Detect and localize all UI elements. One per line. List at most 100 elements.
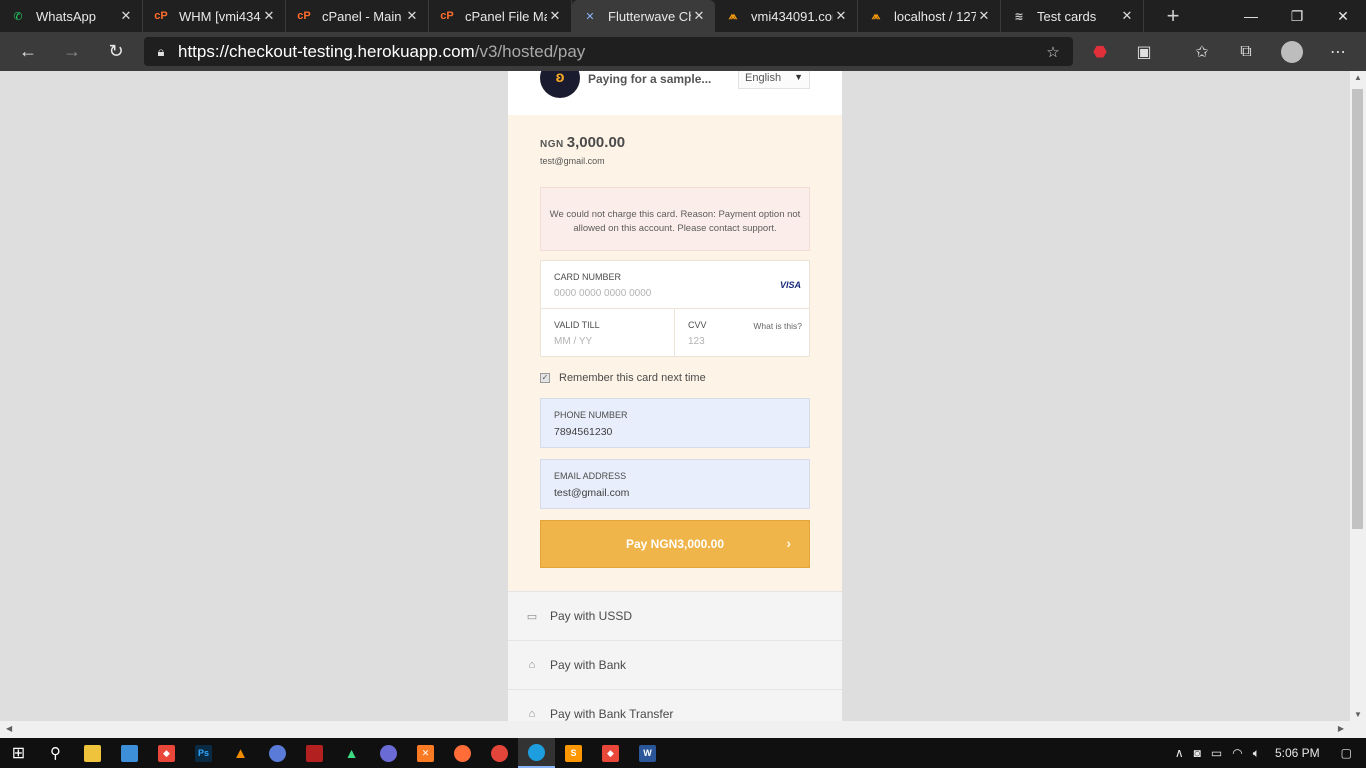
phpmyadmin-icon: ⩕ [871,9,881,22]
valid-till-field[interactable]: VALID TILL MM / YY [541,309,675,357]
photoshop-icon[interactable]: Ps [185,738,222,768]
close-tab-icon[interactable]: ✕ [261,8,277,24]
valid-till-label: VALID TILL [554,320,600,330]
more-menu-icon[interactable]: ⋯ [1316,32,1360,71]
browser-tab[interactable]: ≋ Test cards ✕ [1001,0,1144,32]
cpanel-icon: cP [297,10,311,22]
chevron-up-icon[interactable]: ∧ [1175,746,1184,760]
cvv-field[interactable]: CVV What is this? 123 [675,309,809,357]
browser-tab[interactable]: ✕ Flutterwave Ch ✕ [572,0,715,32]
phone-number-input[interactable]: 7894561230 [554,426,612,438]
pay-with-ussd-option[interactable]: ▭ Pay with USSD [508,591,842,640]
close-tab-icon[interactable]: ✕ [976,8,992,24]
pay-with-ussd-label: Pay with USSD [550,609,633,623]
forward-icon[interactable]: → [50,32,94,71]
new-tab-button[interactable]: + [1156,0,1190,32]
ussd-icon: ▭ [526,610,538,623]
word-icon[interactable]: W [629,738,666,768]
scroll-down-icon[interactable]: ▼ [1354,710,1362,719]
extension-shield-icon[interactable]: ⬣ [1078,32,1122,71]
meet-now-icon[interactable]: ◙ [1194,746,1201,760]
close-tab-icon[interactable]: ✕ [833,8,849,24]
scroll-left-icon[interactable]: ◀ [6,724,12,733]
email-address-input[interactable]: test@gmail.com [554,487,629,499]
profile-avatar-icon[interactable] [1270,32,1314,71]
chevron-down-icon: ▼ [794,72,803,82]
close-tab-icon[interactable]: ✕ [118,8,134,24]
close-tab-icon[interactable]: ✕ [691,8,707,24]
valid-till-input[interactable]: MM / YY [554,336,592,347]
tab-label: localhost / 127 [894,8,976,24]
language-select[interactable]: English ▼ [738,71,810,89]
sublime-icon[interactable]: S [555,738,592,768]
close-tab-icon[interactable]: ✕ [547,8,563,24]
file-explorer-icon[interactable] [74,738,111,768]
cvv-input[interactable]: 123 [688,336,705,347]
system-tray: ∧ ◙ ▭ ◠ 🔈︎ 5:06 PM ▢ [1170,738,1366,768]
horizontal-scrollbar[interactable]: ◀ ▶ [0,721,1366,738]
card-number-field[interactable]: CARD NUMBER 0000 0000 0000 0000 VISA [541,261,809,309]
close-window-icon[interactable]: ✕ [1320,0,1366,32]
wifi-icon[interactable]: ◠ [1232,746,1242,760]
email-address-field[interactable]: EMAIL ADDRESS test@gmail.com [540,459,810,509]
search-icon[interactable]: ⚲ [37,738,74,768]
anydesk-icon[interactable]: ◆ [148,738,185,768]
postman-icon[interactable] [444,738,481,768]
phone-number-field[interactable]: PHONE NUMBER 7894561230 [540,398,810,448]
tab-label: vmi434091.com [751,8,833,24]
start-windows-icon[interactable]: ⊞ [0,738,37,768]
xampp-icon[interactable]: ✕ [407,738,444,768]
notifications-icon[interactable]: ▢ [1341,746,1352,760]
anydesk-second-icon[interactable]: ◆ [592,738,629,768]
reload-icon[interactable]: ↻ [94,32,138,71]
pay-button-label: Pay NGN3,000.00 [625,537,725,551]
monitor-app-icon[interactable] [296,738,333,768]
volume-icon[interactable]: 🔈︎ [1253,746,1260,761]
url-text[interactable]: https://checkout-testing.herokuapp.com/v… [178,42,1033,62]
battery-icon[interactable]: ▭ [1211,746,1222,760]
add-favorite-icon[interactable]: ☆ [1033,43,1073,61]
lock-icon[interactable]: 🔒︎ [144,44,178,60]
remember-card-checkbox[interactable]: ✓ [540,373,550,383]
vertical-scrollbar[interactable]: ▲ ▼ [1350,71,1366,721]
android-studio-icon[interactable]: ▲ [333,738,370,768]
address-bar[interactable]: 🔒︎ https://checkout-testing.herokuapp.co… [144,37,1073,66]
browser-tab[interactable]: ✆ WhatsApp ✕ [0,0,143,32]
browser-tab[interactable]: cP cPanel - Main ✕ [286,0,429,32]
network-app-icon[interactable] [259,738,296,768]
pay-with-bank-transfer-option[interactable]: ⌂ Pay with Bank Transfer [508,689,842,721]
chevron-right-icon: › [786,535,791,551]
close-tab-icon[interactable]: ✕ [1119,8,1135,24]
scrollbar-thumb[interactable] [1352,89,1363,529]
chrome-icon[interactable] [481,738,518,768]
cvv-help-link[interactable]: What is this? [753,321,802,331]
edge-icon[interactable] [518,738,555,768]
minimize-icon[interactable]: — [1228,0,1274,32]
pay-with-bank-option[interactable]: ⌂ Pay with Bank [508,640,842,689]
browser-tab[interactable]: ⩕ localhost / 127 ✕ [858,0,1001,32]
media-app-icon[interactable] [370,738,407,768]
close-tab-icon[interactable]: ✕ [404,8,420,24]
extension-box-icon[interactable]: ▣ [1122,32,1166,71]
amount-value: 3,000.00 [566,134,626,151]
this-pc-icon[interactable] [111,738,148,768]
email-address-label: EMAIL ADDRESS [554,471,627,481]
browser-tab[interactable]: cP cPanel File Ma ✕ [429,0,572,32]
collections-icon[interactable]: ⧉ [1224,32,1268,71]
scroll-up-icon[interactable]: ▲ [1354,73,1362,82]
visa-icon: VISA [779,280,801,290]
vlc-icon[interactable]: ▲ [222,738,259,768]
browser-tab[interactable]: ⩕ vmi434091.com✕ [715,0,858,32]
scroll-right-icon[interactable]: ▶ [1338,724,1344,733]
browser-tab[interactable]: cP WHM [vmi434 ✕ [143,0,286,32]
favorites-icon[interactable]: ✩ [1180,32,1224,71]
remember-card-row[interactable]: ✓ Remember this card next time [540,372,706,384]
restore-icon[interactable]: ❐ [1274,0,1320,32]
pay-button[interactable]: Pay NGN3,000.00 › [540,520,810,568]
card-number-input[interactable]: 0000 0000 0000 0000 [554,288,651,299]
tab-label: cPanel - Main [322,8,402,24]
phone-number-label: PHONE NUMBER [554,410,628,420]
clock[interactable]: 5:06 PM [1275,746,1320,760]
back-icon[interactable]: ← [6,32,50,71]
tab-label: Test cards [1037,8,1097,24]
